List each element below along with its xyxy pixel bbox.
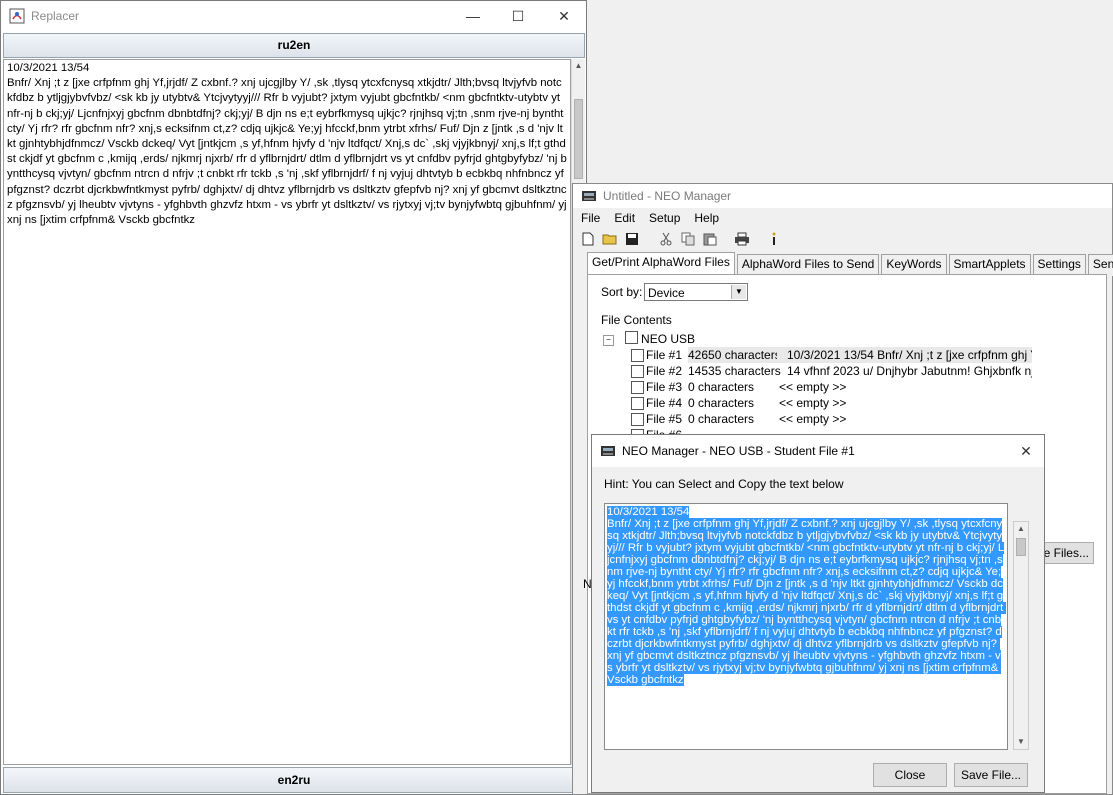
file-checkbox[interactable]	[631, 413, 644, 426]
replacer-title: Replacer	[31, 9, 80, 23]
file-checkbox[interactable]	[631, 365, 644, 378]
close-icon: ✕	[558, 7, 570, 24]
scroll-down-icon[interactable]: ▼	[1014, 735, 1028, 749]
file-name: File #1	[646, 348, 683, 362]
file-size: 0 characters	[688, 412, 755, 426]
file-preview: 10/3/2021 13/54 Bnfr/ Xnj ;t z [jxe crfp…	[777, 347, 1032, 363]
tab-settings[interactable]: Settings	[1032, 254, 1086, 276]
tab-smartapplets[interactable]: SmartApplets	[948, 254, 1031, 276]
file-name: File #5	[646, 412, 683, 426]
close-button[interactable]: ✕	[541, 1, 587, 31]
hint-text: Hint: You can Select and Copy the text b…	[604, 477, 844, 491]
file-size: 0 characters	[688, 396, 755, 410]
menu-help[interactable]: Help	[694, 211, 719, 225]
file-name: File #2	[646, 364, 683, 378]
tab-strip: Get/Print AlphaWord Files AlphaWord File…	[587, 252, 1113, 276]
scroll-thumb[interactable]	[1016, 538, 1026, 556]
scroll-thumb[interactable]	[574, 99, 583, 179]
tree-file-row[interactable]: File #2 14535 characters 14 vfhnf 2023 u…	[603, 363, 1108, 379]
maximize-button[interactable]: ☐	[495, 1, 541, 31]
replacer-titlebar[interactable]: Replacer — ☐ ✕	[1, 1, 586, 31]
info-icon[interactable]	[765, 230, 783, 248]
root-checkbox[interactable]	[624, 331, 638, 344]
tree-file-row[interactable]: File #4 0 characters << empty >>	[603, 395, 1108, 411]
close-icon: ✕	[1020, 442, 1032, 459]
file-contents-label: File Contents	[601, 313, 672, 327]
en2ru-button[interactable]: en2ru	[3, 767, 585, 793]
minimize-button[interactable]: —	[450, 1, 496, 31]
file-preview: << empty >>	[779, 380, 847, 394]
file-checkbox[interactable]	[631, 349, 644, 362]
chevron-down-icon[interactable]: ▼	[731, 285, 746, 299]
tab-alphaword-to-send[interactable]: AlphaWord Files to Send	[736, 254, 880, 276]
neo-titlebar[interactable]: Untitled - NEO Manager	[573, 184, 1112, 208]
tab-send-list[interactable]: Send List	[1087, 254, 1113, 276]
close-dialog-button[interactable]: Close	[873, 763, 947, 787]
dialog-title: NEO Manager - NEO USB - Student File #1	[622, 444, 855, 458]
save-file-button[interactable]: Save File...	[954, 763, 1028, 787]
file-checkbox[interactable]	[631, 381, 644, 394]
menu-setup[interactable]: Setup	[649, 211, 680, 225]
file-size: 0 characters	[688, 380, 755, 394]
menu-edit[interactable]: Edit	[614, 211, 635, 225]
tab-get-print-alphaword[interactable]: Get/Print AlphaWord Files	[587, 252, 735, 276]
minimize-icon: —	[466, 8, 480, 24]
tree-root[interactable]: − NEO USB	[603, 331, 1108, 347]
sort-by-dropdown[interactable]: Device ▼	[644, 283, 748, 301]
collapse-icon[interactable]: −	[603, 335, 614, 346]
student-file-dialog: NEO Manager - NEO USB - Student File #1 …	[591, 434, 1045, 793]
scroll-up-icon[interactable]: ▲	[572, 59, 585, 73]
save-files-button[interactable]: e Files...	[1038, 542, 1094, 564]
root-label: NEO USB	[641, 332, 696, 346]
sort-by-label: Sort by:	[601, 285, 643, 299]
open-icon[interactable]	[601, 230, 619, 248]
file-name: File #4	[646, 396, 683, 410]
dialog-close-button[interactable]: ✕	[1006, 435, 1046, 467]
java-app-icon	[9, 8, 25, 24]
neo-app-icon	[600, 443, 616, 459]
print-icon[interactable]	[733, 230, 751, 248]
maximize-icon: ☐	[511, 7, 525, 24]
dialog-scrollbar[interactable]: ▲ ▼	[1013, 521, 1029, 750]
tree-file-row[interactable]: File #1 42650 characters 10/3/2021 13/54…	[603, 347, 1108, 363]
scroll-up-icon[interactable]: ▲	[1014, 522, 1028, 536]
dialog-titlebar[interactable]: NEO Manager - NEO USB - Student File #1 …	[592, 435, 1044, 467]
file-checkbox[interactable]	[631, 397, 644, 410]
file-size: 14535 characters	[688, 364, 781, 378]
ru2en-button[interactable]: ru2en	[3, 33, 585, 58]
neo-title: Untitled - NEO Manager	[603, 189, 732, 203]
neo-app-icon	[581, 188, 597, 204]
tree-file-row[interactable]: File #3 0 characters << empty >>	[603, 379, 1108, 395]
file-size: 42650 characters	[688, 347, 785, 363]
save-icon[interactable]	[623, 230, 641, 248]
replacer-text-area[interactable]: 10/3/2021 13/54 Bnfr/ Xnj ;t z [jxe crfp…	[3, 59, 571, 765]
selected-text: 10/3/2021 13/54 Bnfr/ Xnj ;t z [jxe crfp…	[607, 506, 1007, 686]
file-preview: 14 vfhnf 2023 u/ Dnjhybr Jabutnm! Ghjxbn…	[787, 364, 1032, 378]
copy-icon[interactable]	[679, 230, 697, 248]
replacer-window: Replacer — ☐ ✕ ru2en 10/3/2021 13/54 Bnf…	[0, 0, 587, 795]
file-tree: − NEO USB File #1 42650 characters 10/3/…	[603, 331, 1108, 443]
toolbar	[573, 228, 1112, 250]
sort-by-value: Device	[648, 286, 685, 300]
cut-icon[interactable]	[657, 230, 675, 248]
new-icon[interactable]	[579, 230, 597, 248]
tab-keywords[interactable]: KeyWords	[881, 254, 947, 276]
student-file-text-area[interactable]: 10/3/2021 13/54 Bnfr/ Xnj ;t z [jxe crfp…	[604, 503, 1008, 750]
menu-bar: File Edit Setup Help	[573, 208, 1112, 228]
menu-file[interactable]: File	[581, 211, 600, 225]
file-name: File #3	[646, 380, 683, 394]
file-preview: << empty >>	[779, 396, 847, 410]
paste-icon[interactable]	[701, 230, 719, 248]
tree-file-row[interactable]: File #5 0 characters << empty >>	[603, 411, 1108, 427]
file-preview: << empty >>	[779, 412, 847, 426]
